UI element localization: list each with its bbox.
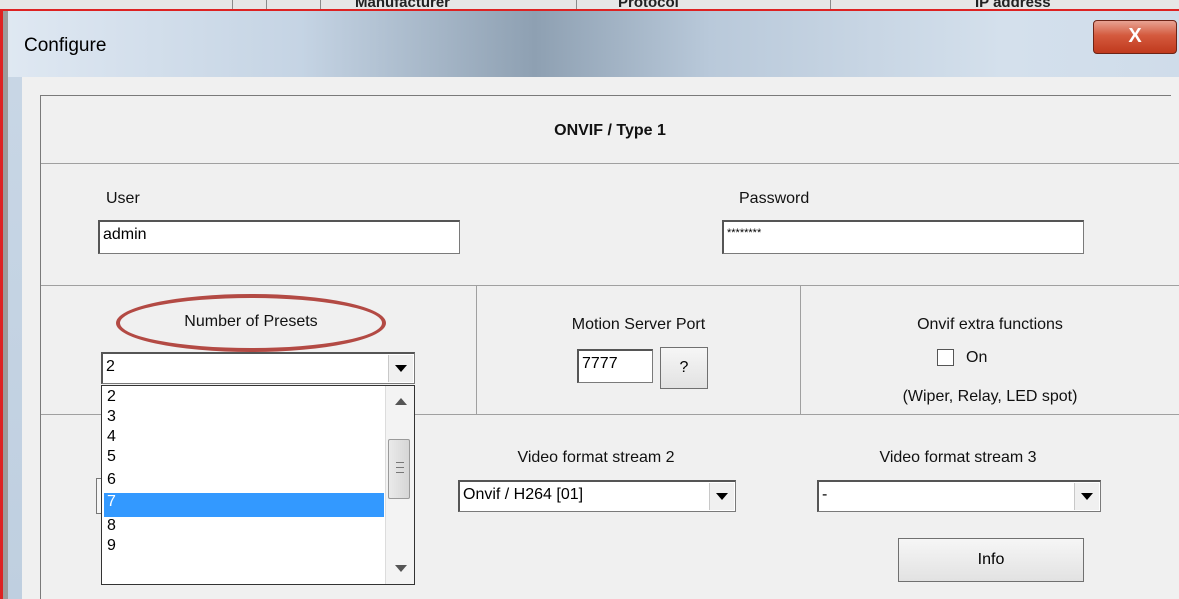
divider [476, 286, 477, 414]
stream2-select[interactable]: Onvif / H264 [01] [458, 480, 736, 512]
onvif-extra-checkbox[interactable] [937, 349, 954, 366]
scrollbar-thumb[interactable] [388, 439, 410, 499]
password-field[interactable]: ******** [722, 220, 1084, 254]
port-help-button[interactable]: ? [660, 347, 708, 389]
stream2-selected-value: Onvif / H264 [01] [463, 486, 584, 503]
divider [41, 163, 1179, 164]
stream2-label: Video format stream 2 [517, 449, 675, 466]
chevron-down-icon[interactable] [388, 355, 413, 382]
chevron-down-icon[interactable] [709, 483, 734, 510]
stream3-select[interactable]: - [817, 480, 1101, 512]
scroll-down-arrow-icon[interactable] [395, 565, 407, 572]
onvif-extra-note: (Wiper, Relay, LED spot) [902, 388, 1078, 405]
dialog-titlebar[interactable]: Configure X [8, 11, 1179, 77]
close-button[interactable]: X [1093, 20, 1177, 54]
user-label: User [106, 190, 140, 207]
grip-line [396, 472, 404, 473]
onvif-extra-on-label: On [966, 349, 988, 366]
password-label: Password [739, 190, 810, 207]
stream3-selected-value: - [822, 486, 828, 503]
presets-selected-value: 2 [106, 358, 115, 375]
grip-line [396, 467, 404, 468]
motion-server-port-field[interactable]: 7777 [577, 349, 653, 383]
dropdown-option[interactable]: 9 [104, 537, 384, 561]
dropdown-scrollbar[interactable] [385, 386, 414, 584]
scroll-up-arrow-icon[interactable] [395, 398, 407, 405]
onvif-extra-label: Onvif extra functions [917, 316, 1063, 333]
dropdown-option[interactable]: 6 [104, 471, 384, 495]
dialog-title: Configure [24, 35, 107, 56]
section-title: ONVIF / Type 1 [554, 122, 666, 139]
presets-select[interactable]: 2 [101, 352, 415, 384]
stream3-label: Video format stream 3 [879, 449, 1037, 466]
dropdown-option[interactable]: 5 [104, 448, 384, 472]
motion-server-port-label: Motion Server Port [571, 316, 706, 333]
grip-line [396, 462, 404, 463]
presets-dropdown-list[interactable]: 2 3 4 5 6 7 8 9 [101, 385, 415, 585]
chevron-down-icon[interactable] [1074, 483, 1099, 510]
dropdown-option-highlighted[interactable]: 7 [104, 493, 384, 517]
divider [41, 285, 1179, 286]
presets-label: Number of Presets [184, 313, 318, 330]
info-button[interactable]: Info [898, 538, 1084, 582]
user-field[interactable]: admin [98, 220, 460, 254]
